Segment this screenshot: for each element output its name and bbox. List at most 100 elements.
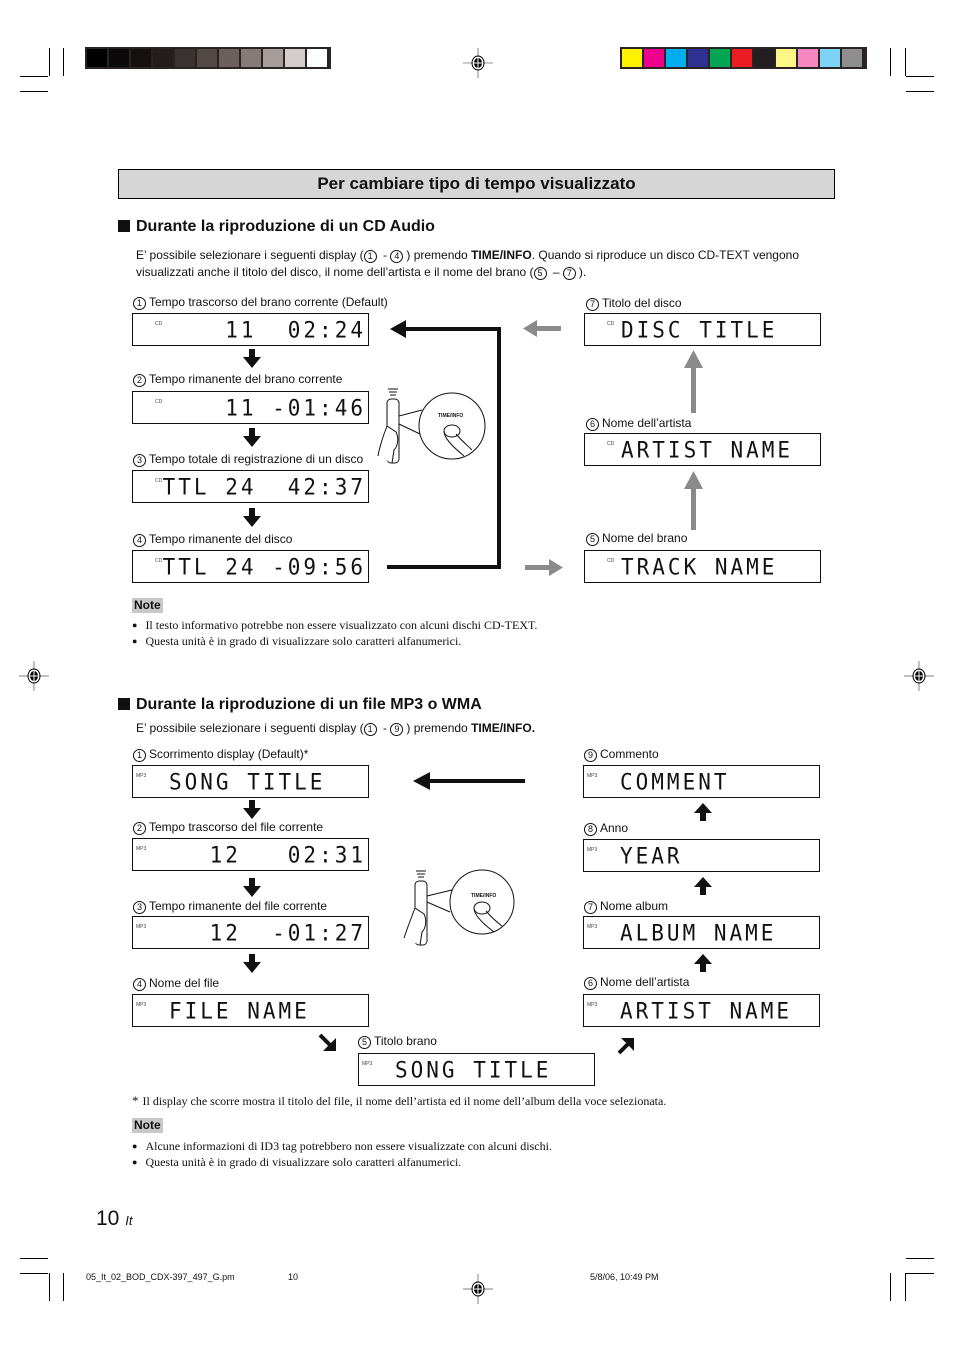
display-text: TRACK NAME <box>621 554 778 580</box>
display-text: TTL 24 42:37 <box>162 474 366 500</box>
mp3-display-5: MP3 SONG TITLE <box>358 1053 595 1086</box>
crop-mark <box>63 1273 64 1301</box>
gray-arrow-up-icon <box>691 366 696 413</box>
text: ) premendo <box>406 721 472 735</box>
color-swatch <box>842 49 862 67</box>
cd-indicator: CD <box>155 478 163 484</box>
mp3-display-7: MP3 ALBUM NAME <box>583 916 820 949</box>
mp3-item-9-label: 9 Commento <box>584 747 659 762</box>
circled-number: 6 <box>586 418 599 431</box>
gray-swatch <box>285 49 305 67</box>
mp3-display-3: MP3 12 -01:27 <box>132 916 369 949</box>
arrow-down-icon <box>243 878 261 897</box>
circled-number: 4 <box>133 534 146 547</box>
note-item: Questa unità è in grado di visualizzare … <box>132 1155 461 1170</box>
label-text: Scorrimento display (Default)* <box>149 747 309 761</box>
mp3-item-4-label: 4 Nome del file <box>133 976 219 991</box>
color-swatch <box>622 49 642 67</box>
cd-display-2: CD 11 -01:46 <box>132 391 369 424</box>
arrow-up-icon <box>694 877 712 895</box>
label-text: Tempo rimanente del file corrente <box>149 899 328 913</box>
display-text: SONG TITLE <box>169 769 326 795</box>
grayscale-calibration-bar <box>85 47 331 69</box>
mp3-item-1-label: 1 Scorrimento display (Default)* <box>133 747 308 762</box>
cd-item-5-label: 5 Nome del brano <box>586 531 687 546</box>
label-text: Tempo trascorso del file corrente <box>149 820 324 834</box>
text: ). <box>578 265 587 279</box>
arrow-down-right-icon <box>318 1033 336 1051</box>
cd-display-5: CD TRACK NAME <box>584 550 821 583</box>
crop-mark <box>20 1273 48 1274</box>
crop-mark <box>905 1273 906 1301</box>
mp3-indicator: MP3 <box>362 1061 373 1067</box>
circled-number: 7 <box>562 267 576 280</box>
note-label: Note <box>132 1118 163 1133</box>
label-text: Titolo del disco <box>602 296 682 310</box>
color-swatch <box>644 49 664 67</box>
circled-number: 2 <box>133 822 146 835</box>
time-info-label: TIME/INFO <box>471 248 532 262</box>
circled-number: 5 <box>358 1036 371 1049</box>
display-text: COMMENT <box>620 769 730 795</box>
text: visualizzati anche il titolo del disco, … <box>136 265 534 279</box>
crop-mark <box>906 91 934 92</box>
footer-date: 5/8/06, 10:49 PM <box>590 1272 659 1282</box>
display-text: SONG TITLE <box>395 1057 552 1083</box>
note-item: Il testo informativo potrebbe non essere… <box>132 618 537 633</box>
text: - <box>379 248 391 262</box>
remote-control-illustration <box>403 869 515 946</box>
color-swatch <box>688 49 708 67</box>
mp3-indicator: MP3 <box>136 846 147 852</box>
arrow-up-icon <box>694 954 712 972</box>
color-swatch <box>754 49 774 67</box>
label-text: Nome album <box>600 899 669 913</box>
cd-display-1: CD 11 02:24 <box>132 313 369 346</box>
display-text: DISC TITLE <box>621 317 778 343</box>
mp3-item-5-label: 5 Titolo brano <box>358 1034 437 1049</box>
circled-number: 4 <box>390 250 404 263</box>
footer-page: 10 <box>288 1272 299 1282</box>
cd-indicator: CD <box>607 321 615 327</box>
circled-number: 2 <box>133 374 146 387</box>
mp3-display-9: MP3 COMMENT <box>583 765 820 798</box>
crop-mark <box>20 1258 48 1259</box>
gray-swatch <box>109 49 129 67</box>
gray-swatch <box>263 49 283 67</box>
crop-mark <box>63 48 64 76</box>
mp3-item-7-label: 7 Nome album <box>584 899 668 914</box>
mp3-indicator: MP3 <box>136 1002 147 1008</box>
text: E’ possibile selezionare i seguenti disp… <box>136 248 364 262</box>
label-text: Tempo rimanente del disco <box>149 532 293 546</box>
display-text: FILE NAME <box>169 998 310 1024</box>
mp3-display-4: MP3 FILE NAME <box>132 994 369 1027</box>
gray-swatch <box>153 49 173 67</box>
footnote-text: Il display che scorre mostra il titolo d… <box>142 1094 667 1108</box>
mp3-intro: E’ possibile selezionare i seguenti disp… <box>136 720 535 737</box>
gray-swatch <box>307 49 327 67</box>
note-item: Questa unità è in grado di visualizzare … <box>132 634 461 649</box>
mp3-display-1: MP3 SONG TITLE <box>132 765 369 798</box>
cd-intro: E’ possibile selezionare i seguenti disp… <box>136 247 799 281</box>
mp3-indicator: MP3 <box>587 773 598 779</box>
label-text: Tempo trascorso del brano corrente (Defa… <box>149 295 388 309</box>
square-bullet-icon <box>118 698 130 710</box>
mp3-item-8-label: 8 Anno <box>584 821 628 836</box>
circled-number: 1 <box>363 723 377 736</box>
arrow-up-right-icon <box>617 1038 634 1055</box>
circled-number: 4 <box>133 978 146 991</box>
circled-number: 3 <box>133 901 146 914</box>
language-code: It <box>125 1213 133 1228</box>
label-text: Nome del file <box>149 976 220 990</box>
note-item: Alcune informazioni di ID3 tag potrebber… <box>132 1139 552 1154</box>
gray-swatch <box>219 49 239 67</box>
gray-swatch <box>241 49 261 67</box>
display-text: ARTIST NAME <box>620 998 793 1024</box>
cd-indicator: CD <box>607 441 615 447</box>
cd-display-7: CD DISC TITLE <box>584 313 821 346</box>
text: . Quando si riproduce un disco CD-TEXT v… <box>531 248 799 262</box>
circled-number: 3 <box>133 454 146 467</box>
color-swatch <box>798 49 818 67</box>
color-calibration-bar <box>620 47 867 69</box>
crop-mark <box>890 48 891 76</box>
crop-mark <box>906 76 934 77</box>
